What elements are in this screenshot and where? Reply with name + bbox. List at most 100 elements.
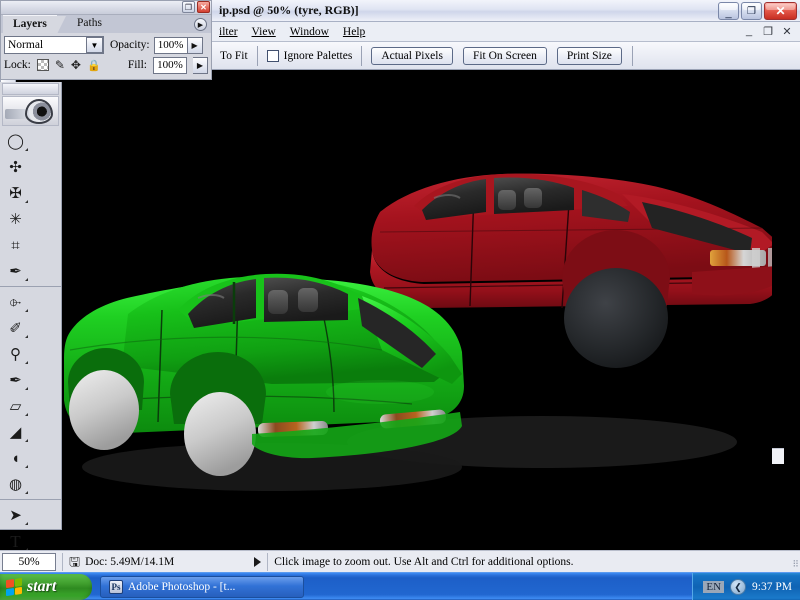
green-car-render bbox=[64, 273, 464, 491]
options-divider bbox=[256, 45, 258, 66]
healing-brush-icon: ⌱ bbox=[9, 293, 22, 311]
layers-palette-titlebar[interactable]: ❐ ✕ bbox=[1, 1, 211, 15]
photoshop-application-window: ▲ ≡ ▼ ◀ ||| ▶ bbox=[0, 0, 800, 600]
brush-icon: ✐ bbox=[9, 319, 22, 337]
blend-mode-value: Normal bbox=[8, 39, 44, 51]
tool-brush[interactable]: ✐ bbox=[0, 315, 31, 341]
document-restore-button[interactable]: ❐ bbox=[759, 23, 777, 39]
system-tray: EN ❮ 9:37 PM bbox=[692, 573, 800, 600]
tool-healing-brush[interactable]: ⌱ bbox=[0, 289, 31, 315]
paint-bucket-icon: ◢ bbox=[9, 423, 22, 441]
layers-palette-restore-button[interactable]: ❐ bbox=[182, 1, 195, 13]
toolbox-palette[interactable]: ◯ ✣ ✠ ✳ ⌗ ✒ ⌱ ✐ ⚲ ✒ ▱ ◢ ◖ ◍ ➤ T bbox=[0, 82, 62, 600]
windows-logo-icon bbox=[6, 577, 22, 596]
tab-layers[interactable]: Layers bbox=[3, 15, 66, 34]
status-menu-icon[interactable] bbox=[254, 556, 262, 567]
ignore-palettes-checkbox-box[interactable] bbox=[266, 49, 279, 62]
minimize-icon: _ bbox=[725, 6, 732, 19]
language-indicator[interactable]: EN bbox=[703, 581, 725, 593]
photoshop-icon: Ps bbox=[109, 579, 123, 594]
status-divider bbox=[267, 552, 269, 571]
opacity-value[interactable]: 100% bbox=[153, 36, 188, 54]
layers-palette[interactable]: ❐ ✕ Layers Paths ▶ Normal ▼ Opacity: 100… bbox=[0, 0, 212, 80]
taskbar-item-label: Adobe Photoshop - [t... bbox=[128, 580, 236, 593]
tool-paint-bucket[interactable]: ◢ bbox=[0, 419, 31, 445]
lock-image-pixels-icon[interactable]: ✎ bbox=[55, 58, 65, 72]
tool-grid: ◯ ✣ ✠ ✳ ⌗ ✒ ⌱ ✐ ⚲ ✒ ▱ ◢ ◖ ◍ ➤ T bbox=[0, 128, 61, 600]
document-restore-icon: ❐ bbox=[763, 25, 773, 38]
start-label: start bbox=[27, 577, 57, 595]
lock-all-icon[interactable]: 🔒 bbox=[87, 59, 101, 72]
toolbox-divider bbox=[0, 286, 61, 287]
document-close-icon: ✕ bbox=[782, 25, 792, 38]
resize-grip-icon[interactable]: ⠿ bbox=[792, 559, 799, 570]
screen: ▲ ≡ ▼ ◀ ||| ▶ bbox=[0, 0, 800, 600]
fit-on-screen-button[interactable]: Fit On Screen bbox=[462, 46, 547, 65]
close-button[interactable]: ✕ bbox=[764, 2, 797, 20]
document-size-info[interactable]: Doc: 5.49M/14.1M bbox=[85, 556, 174, 568]
opacity-stepper[interactable]: ▶ bbox=[187, 36, 203, 54]
fill-value[interactable]: 100% bbox=[153, 56, 187, 74]
options-divider bbox=[361, 45, 363, 66]
tool-history-brush[interactable]: ✒ bbox=[0, 367, 31, 393]
chevron-down-icon[interactable]: ▼ bbox=[86, 37, 103, 53]
start-button[interactable]: start bbox=[0, 573, 92, 600]
taskbar-item-photoshop[interactable]: Ps Adobe Photoshop - [t... bbox=[100, 575, 304, 598]
document-minimize-button[interactable]: _ bbox=[740, 23, 758, 39]
system-clock[interactable]: 9:37 PM bbox=[752, 581, 792, 593]
zoom-level-field[interactable]: 50% bbox=[2, 552, 56, 571]
status-hint-text: Click image to zoom out. Use Alt and Ctr… bbox=[274, 555, 574, 568]
maximize-button[interactable]: ❐ bbox=[741, 2, 762, 20]
tool-crop[interactable]: ⌗ bbox=[0, 232, 31, 258]
layers-palette-menu-button[interactable]: ▶ bbox=[194, 18, 207, 31]
tool-slice[interactable]: ✒ bbox=[0, 258, 31, 284]
tool-blur[interactable]: ◖ bbox=[0, 445, 31, 471]
menubar[interactable]: ilter View Window Help _ ❐ ✕ bbox=[212, 22, 800, 42]
tool-clone-stamp[interactable]: ⚲ bbox=[0, 341, 31, 367]
tool-path-selection[interactable]: ➤ bbox=[0, 502, 31, 528]
actual-pixels-button[interactable]: Actual Pixels bbox=[371, 46, 453, 65]
lock-transparent-pixels-icon[interactable] bbox=[36, 59, 49, 71]
minimize-button[interactable]: _ bbox=[718, 2, 739, 20]
tool-eraser[interactable]: ▱ bbox=[0, 393, 31, 419]
maximize-icon: ❐ bbox=[747, 5, 756, 17]
status-bar: 50% 🖫 Doc: 5.49M/14.1M Click image to zo… bbox=[0, 550, 800, 572]
lock-position-icon[interactable]: ✥ bbox=[71, 58, 81, 72]
tool-magic-wand[interactable]: ✳ bbox=[0, 206, 31, 232]
photoshop-eye-logo-icon bbox=[2, 96, 59, 126]
tool-elliptical-marquee[interactable]: ◯ bbox=[0, 128, 31, 154]
fill-stepper[interactable]: ▶ bbox=[193, 56, 208, 74]
menu-view[interactable]: View bbox=[245, 24, 283, 40]
ignore-palettes-label: Ignore Palettes bbox=[283, 49, 353, 62]
tool-dodge[interactable]: ◍ bbox=[0, 471, 31, 497]
tool-options-bar[interactable]: To Fit Ignore Palettes Actual Pixels Fit… bbox=[212, 42, 800, 70]
layers-palette-tabs[interactable]: Layers Paths ▶ bbox=[1, 15, 211, 34]
layers-lock-row: Lock: ✎ ✥ 🔒 Fill: 100% ▶ bbox=[1, 55, 211, 75]
car-artwork bbox=[62, 82, 772, 530]
windows-taskbar: start Ps Adobe Photoshop - [t... EN ❮ 9:… bbox=[0, 572, 800, 600]
document-icon: 🖫 bbox=[69, 554, 81, 569]
menu-help[interactable]: Help bbox=[336, 24, 372, 40]
tool-move[interactable]: ✣ bbox=[0, 154, 31, 180]
tab-paths[interactable]: Paths bbox=[67, 15, 121, 33]
green-car-rear-wheel bbox=[184, 392, 256, 476]
tool-lasso[interactable]: ✠ bbox=[0, 180, 31, 206]
status-divider bbox=[62, 552, 63, 571]
print-size-button[interactable]: Print Size bbox=[556, 46, 622, 65]
eraser-icon: ▱ bbox=[9, 397, 22, 415]
history-brush-icon: ✒ bbox=[9, 371, 22, 389]
blend-mode-select[interactable]: Normal ▼ bbox=[4, 36, 104, 54]
show-hidden-icons-icon[interactable]: ❮ bbox=[730, 579, 747, 595]
green-car-front-wheel bbox=[69, 370, 139, 450]
menu-filter[interactable]: ilter bbox=[212, 24, 245, 40]
application-titlebar[interactable]: ip.psd @ 50% (tyre, RGB)] _ ❐ ✕ bbox=[212, 0, 800, 22]
window-title: ip.psd @ 50% (tyre, RGB)] bbox=[219, 3, 359, 17]
toolbox-drag-handle[interactable] bbox=[2, 83, 59, 95]
lasso-icon: ✠ bbox=[9, 184, 22, 202]
document-canvas[interactable] bbox=[62, 82, 772, 530]
document-close-button[interactable]: ✕ bbox=[778, 23, 796, 39]
menu-window[interactable]: Window bbox=[283, 24, 336, 40]
ignore-palettes-checkbox[interactable]: Ignore Palettes bbox=[266, 49, 353, 62]
layers-palette-close-button[interactable]: ✕ bbox=[197, 1, 210, 13]
blur-icon: ◖ bbox=[10, 449, 21, 467]
